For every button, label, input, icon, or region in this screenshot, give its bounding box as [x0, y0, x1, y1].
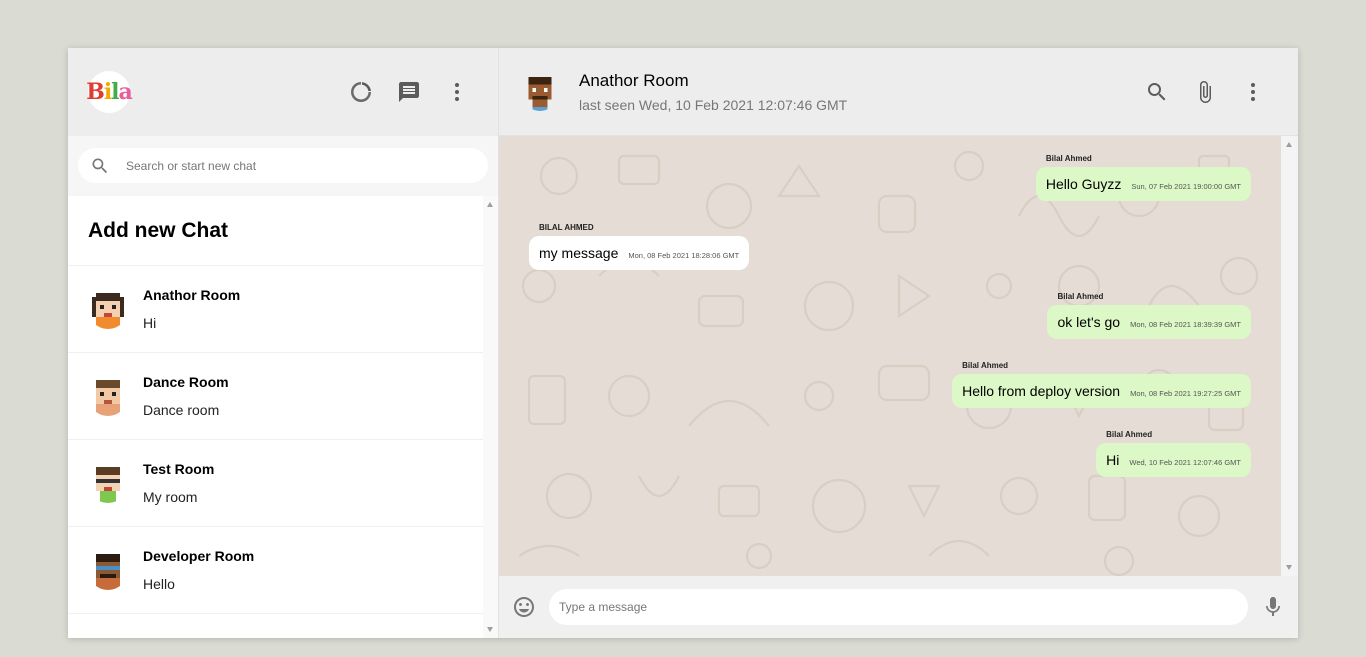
message-time: Sun, 07 Feb 2021 19:00:00 GMT: [1131, 182, 1241, 191]
message-bubble[interactable]: Hello from deploy version Mon, 08 Feb 20…: [952, 374, 1251, 408]
chat-panel: Anathor Room last seen Wed, 10 Feb 2021 …: [499, 48, 1298, 638]
scroll-up-arrow-icon[interactable]: [487, 202, 493, 207]
chat-last-message: My room: [143, 489, 198, 505]
message-sender: Bilal Ahmed: [1045, 154, 1092, 163]
chat-last-message: Dance room: [143, 402, 220, 418]
emoji-icon[interactable]: [511, 594, 537, 620]
avatar: [88, 376, 128, 416]
message-time: Mon, 08 Feb 2021 18:39:39 GMT: [1130, 320, 1241, 329]
message-item: Bilal Ahmed Hi Wed, 10 Feb 2021 12:07:46…: [1096, 430, 1251, 477]
chat-scrollbar[interactable]: [1281, 136, 1298, 576]
new-chat-icon[interactable]: [396, 79, 422, 105]
chat-item-anathor-room[interactable]: Anathor Room Hi: [68, 266, 483, 353]
search-icon: [92, 158, 108, 173]
scroll-down-arrow-icon[interactable]: [487, 627, 493, 632]
chat-header-icons: [1144, 79, 1266, 105]
message-time: Mon, 08 Feb 2021 19:27:25 GMT: [1130, 389, 1241, 398]
chat-name: Developer Room: [143, 548, 255, 564]
search-icon[interactable]: [1144, 79, 1170, 105]
chat-list-scrollbar[interactable]: [483, 196, 498, 638]
message-sender: Bilal Ahmed: [1106, 430, 1153, 439]
room-info: Anathor Room last seen Wed, 10 Feb 2021 …: [579, 71, 1144, 113]
chat-name: Dance Room: [143, 374, 229, 390]
message-bubble[interactable]: Hello Guyzz Sun, 07 Feb 2021 19:00:00 GM…: [1035, 167, 1251, 201]
chat-info: Dance Room Dance room: [143, 374, 229, 418]
more-vert-icon[interactable]: [1240, 79, 1266, 105]
message-bubble[interactable]: Hi Wed, 10 Feb 2021 12:07:46 GMT: [1096, 443, 1251, 477]
message-text: ok let's go: [1057, 314, 1121, 330]
chat-info: Developer Room Hello: [143, 548, 254, 592]
logo-letter: B: [86, 79, 105, 105]
chat-item-test-room[interactable]: Test Room My room: [68, 440, 483, 527]
message-bubble[interactable]: ok let's go Mon, 08 Feb 2021 18:39:39 GM…: [1047, 305, 1251, 339]
scroll-up-arrow-icon[interactable]: [1286, 142, 1292, 147]
add-new-chat-button[interactable]: Add new Chat: [68, 196, 483, 266]
logo-letter: l: [111, 79, 119, 105]
logo-letter: i: [103, 79, 112, 105]
chat-item-developer-room[interactable]: Developer Room Hello: [68, 527, 483, 614]
room-avatar[interactable]: [521, 72, 559, 111]
message-item: BILAL AHMED my message Mon, 08 Feb 2021 …: [529, 223, 750, 270]
avatar: [88, 289, 128, 329]
attach-file-icon[interactable]: [1192, 79, 1218, 105]
chat-last-message: Hello: [143, 576, 175, 592]
chat-info: Test Room My room: [143, 461, 214, 505]
message-text: Hello from deploy version: [962, 383, 1121, 399]
chat-name: Test Room: [143, 461, 215, 477]
message-item: Bilal Ahmed Hello Guyzz Sun, 07 Feb 2021…: [1035, 154, 1251, 201]
app-window: Bila Add new Chat: [68, 48, 1298, 638]
message-sender: Bilal Ahmed: [962, 361, 1009, 370]
chat-footer: [499, 576, 1298, 638]
message-sender: BILAL AHMED: [539, 223, 594, 232]
message-list: Bilal Ahmed Hello Guyzz Sun, 07 Feb 2021…: [499, 136, 1281, 576]
message-item: Bilal Ahmed Hello from deploy version Mo…: [952, 361, 1251, 408]
more-vert-icon[interactable]: [444, 79, 470, 105]
message-text: Hi: [1106, 452, 1120, 468]
status-icon[interactable]: [348, 79, 374, 105]
last-seen: last seen Wed, 10 Feb 2021 12:07:46 GMT: [579, 96, 848, 113]
avatar: [88, 463, 128, 503]
chat-body: Bilal Ahmed Hello Guyzz Sun, 07 Feb 2021…: [499, 136, 1298, 576]
chat-info: Anathor Room Hi: [143, 287, 240, 331]
chat-list: Add new Chat Anathor Room Hi Dance Room …: [68, 196, 498, 638]
avatar: [88, 550, 128, 590]
scroll-down-arrow-icon[interactable]: [1286, 565, 1292, 570]
search-box: [78, 148, 488, 183]
mic-icon[interactable]: [1260, 594, 1286, 620]
search-container: [68, 136, 498, 196]
chat-header: Anathor Room last seen Wed, 10 Feb 2021 …: [499, 48, 1298, 136]
message-time: Mon, 08 Feb 2021 18:28:06 GMT: [628, 251, 740, 260]
sidebar-header: Bila: [68, 48, 498, 136]
message-sender: Bilal Ahmed: [1057, 292, 1104, 301]
message-time: Wed, 10 Feb 2021 12:07:46 GMT: [1129, 458, 1241, 467]
message-text: Hello Guyzz: [1045, 176, 1122, 192]
add-new-chat-label: Add new Chat: [88, 218, 228, 242]
chat-last-message: Hi: [143, 315, 157, 331]
message-input[interactable]: [549, 589, 1248, 625]
sidebar-header-icons: [348, 79, 470, 105]
message-bubble[interactable]: my message Mon, 08 Feb 2021 18:28:06 GMT: [529, 236, 750, 270]
logo-letter: a: [118, 79, 133, 105]
user-avatar-logo[interactable]: Bila: [86, 71, 133, 113]
chat-name: Anathor Room: [143, 287, 241, 303]
search-input[interactable]: [126, 158, 476, 173]
room-name: Anathor Room: [579, 70, 689, 90]
message-text: my message: [539, 245, 619, 261]
message-item: Bilal Ahmed ok let's go Mon, 08 Feb 2021…: [1047, 292, 1251, 339]
chat-item-dance-room[interactable]: Dance Room Dance room: [68, 353, 483, 440]
sidebar: Bila Add new Chat: [68, 48, 499, 638]
